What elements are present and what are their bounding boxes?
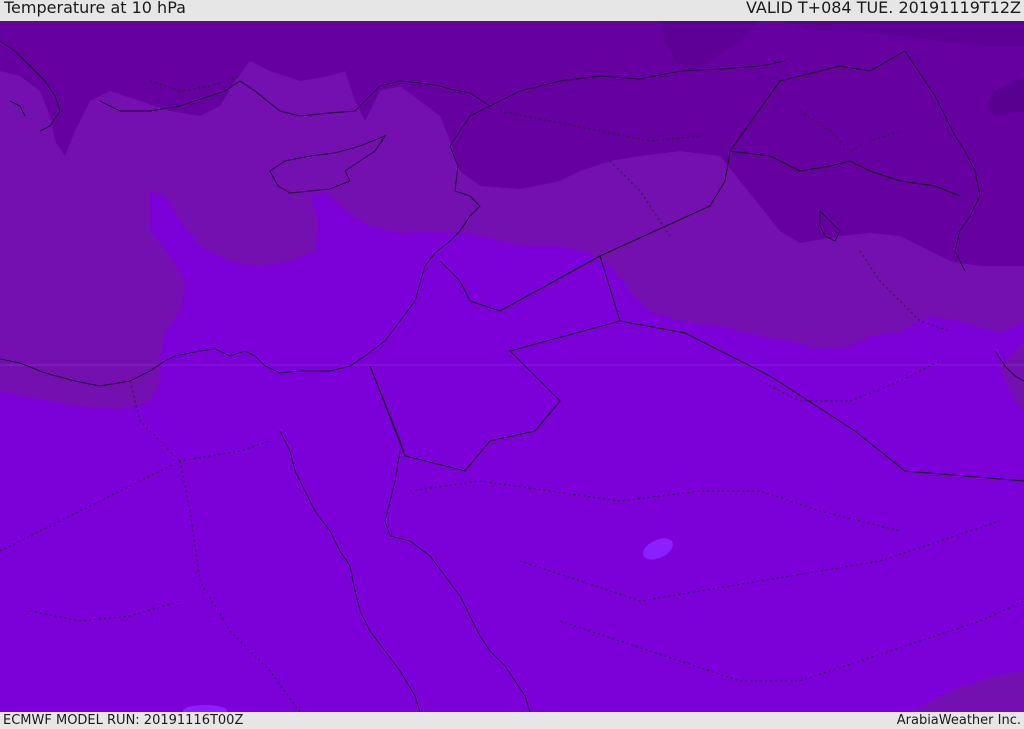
model-run-label: ECMWF MODEL RUN: 20191116T00Z — [3, 713, 244, 728]
footer-bar: ECMWF MODEL RUN: 20191116T00Z ArabiaWeat… — [0, 712, 1024, 729]
credit-label: ArabiaWeather Inc. — [896, 713, 1021, 728]
temperature-map-svg — [0, 21, 1024, 712]
map-title: Temperature at 10 hPa — [4, 0, 186, 17]
weather-map[interactable] — [0, 21, 1024, 712]
header-bar: Temperature at 10 hPa VALID T+084 TUE. 2… — [0, 0, 1024, 21]
valid-time-label: VALID T+084 TUE. 20191119T12Z — [745, 0, 1021, 17]
